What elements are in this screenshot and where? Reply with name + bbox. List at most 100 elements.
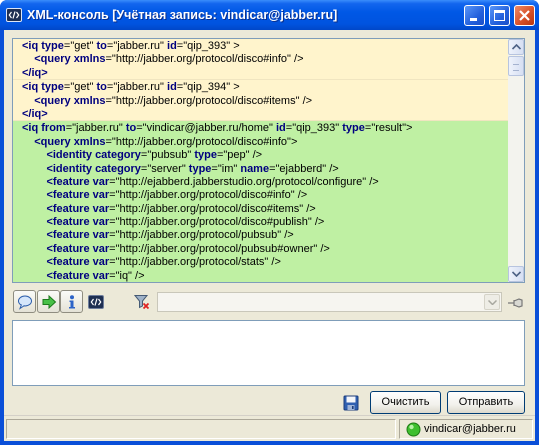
xml-value: "server" xyxy=(147,162,186,175)
xml-value: "http://jabber.org/protocol/stats" xyxy=(115,256,269,269)
xml-value: "http://jabber.org/protocol/disco#info" xyxy=(111,53,291,66)
show-info-button[interactable] xyxy=(60,290,83,313)
xml-value: "pubsub" xyxy=(147,149,192,162)
log-line: <feature var="http://ejabberd.jabberstud… xyxy=(22,176,508,189)
xml-punct: > xyxy=(290,135,298,148)
xml-tag: <identity xyxy=(46,162,92,175)
xml-tag: <iq xyxy=(22,81,39,94)
xml-attr: id xyxy=(167,81,177,94)
show-outgoing-button[interactable] xyxy=(37,290,60,313)
xml-punct: /> xyxy=(320,242,330,255)
log-line: <identity category="server" type="im" na… xyxy=(22,163,508,176)
filter-combobox[interactable] xyxy=(157,292,502,312)
log-line: <feature var="http://jabber.org/protocol… xyxy=(22,256,508,269)
xml-attr: xmlns xyxy=(73,53,106,66)
save-icon[interactable] xyxy=(343,395,359,411)
xml-input[interactable] xyxy=(12,320,525,386)
maximize-button[interactable] xyxy=(489,5,510,26)
xml-icon[interactable] xyxy=(88,294,104,310)
xml-punct: > xyxy=(233,40,240,52)
xml-attr: type xyxy=(194,149,217,162)
log-line: <feature var="http://jabber.org/protocol… xyxy=(22,243,508,256)
xml-punct: /> xyxy=(314,216,325,229)
xml-value: "iq" xyxy=(115,269,132,282)
log-line: <query xmlns="http://jabber.org/protocol… xyxy=(22,95,508,108)
send-button[interactable]: Отправить xyxy=(447,391,525,414)
clear-button[interactable]: Очистить xyxy=(370,391,441,414)
xml-value: "jabber.ru" xyxy=(113,81,164,94)
xml-tag: </iq> xyxy=(22,107,48,120)
maximize-icon xyxy=(494,10,505,21)
chevron-down-icon xyxy=(488,300,497,305)
account-name: vindicar@jabber.ru xyxy=(424,423,516,435)
xml-tag: <query xyxy=(34,135,71,148)
xml-value: "pep" xyxy=(223,149,250,162)
pin-icon[interactable] xyxy=(506,294,524,310)
xml-value: "ejabberd" xyxy=(275,162,327,175)
xml-attr: var xyxy=(92,175,110,188)
xml-text xyxy=(22,256,46,268)
xml-text xyxy=(22,203,46,215)
log-line: <iq type="get" to="jabber.ru" id="qip_39… xyxy=(22,40,508,53)
close-icon xyxy=(519,10,530,21)
xml-tag: <iq xyxy=(22,122,39,135)
log-line: <feature var="http://jabber.org/protocol… xyxy=(22,203,508,216)
xml-punct: /> xyxy=(135,269,145,282)
xml-value: "http://jabber.org/protocol/pubsub#owner… xyxy=(115,242,318,255)
xml-value: "qip_394" xyxy=(183,81,231,94)
xml-value: "http://jabber.org/protocol/disco#items" xyxy=(115,202,304,215)
filter-clear-icon[interactable] xyxy=(133,294,150,310)
xml-tag: <feature xyxy=(46,202,90,215)
xml-tag: <feature xyxy=(46,242,90,255)
xml-text xyxy=(22,176,46,188)
xml-text xyxy=(22,270,46,282)
xml-punct: /> xyxy=(306,202,316,215)
log-line: </iq> xyxy=(22,67,508,80)
scroll-down-button[interactable] xyxy=(508,266,524,282)
online-status-icon xyxy=(406,422,421,437)
speech-bubble-icon xyxy=(18,295,32,310)
window-title: XML-консоль [Учётная запись: vindicar@ja… xyxy=(27,8,338,22)
xml-attr: var xyxy=(92,256,110,269)
log-line: <identity category="pubsub" type="pep" /… xyxy=(22,149,508,162)
xml-attr: var xyxy=(92,269,110,282)
xml-value: "jabber.ru" xyxy=(113,40,164,52)
status-panel-account[interactable]: vindicar@jabber.ru xyxy=(399,419,533,439)
scroll-up-button[interactable] xyxy=(508,39,524,55)
title-bar[interactable]: XML-консоль [Учётная запись: vindicar@ja… xyxy=(0,0,539,30)
combobox-dropdown-button[interactable] xyxy=(484,294,500,310)
xml-punct: /> xyxy=(252,149,263,162)
close-button[interactable] xyxy=(514,5,535,26)
xml-text xyxy=(22,229,46,241)
xml-punct: /> xyxy=(297,189,308,202)
xml-attr: to xyxy=(96,81,107,94)
xml-value: "im" xyxy=(217,162,238,175)
xml-tag: <feature xyxy=(46,189,90,202)
xml-value: "http://jabber.org/protocol/disco#info" xyxy=(111,135,291,148)
show-incoming-button[interactable] xyxy=(13,290,36,313)
xml-text xyxy=(22,136,34,148)
xml-attr: name xyxy=(240,162,270,175)
xml-tag: <feature xyxy=(46,175,90,188)
log-entry: <iq type="get" to="jabber.ru" id="qip_39… xyxy=(13,80,508,122)
log-line: <feature var="http://jabber.org/protocol… xyxy=(22,229,508,242)
log-line: <query xmlns="http://jabber.org/protocol… xyxy=(22,53,508,66)
xml-attr: category xyxy=(95,149,141,162)
xml-tag: <feature xyxy=(46,216,90,229)
xml-text xyxy=(22,216,46,228)
scroll-thumb[interactable] xyxy=(508,56,524,76)
log-line: <feature var="iq" /> xyxy=(22,270,508,282)
status-panel-left xyxy=(6,419,396,439)
xml-text xyxy=(22,95,34,107)
log-scrollbar[interactable] xyxy=(508,39,524,282)
xml-punct: /> xyxy=(302,94,313,107)
xml-tag: <feature xyxy=(46,229,90,242)
xml-value: "get" xyxy=(70,40,94,52)
xml-punct: /> xyxy=(271,256,281,269)
xml-value: "jabber.ru" xyxy=(72,122,123,135)
xml-console-icon xyxy=(6,7,22,23)
log-line: <iq type="get" to="jabber.ru" id="qip_39… xyxy=(22,81,508,94)
minimize-button[interactable] xyxy=(464,5,485,26)
xml-log-panel[interactable]: <iq type="get" to="jabber.ru" id="qip_39… xyxy=(12,38,525,283)
xml-value: "http://jabber.org/protocol/pubsub" xyxy=(115,229,282,242)
